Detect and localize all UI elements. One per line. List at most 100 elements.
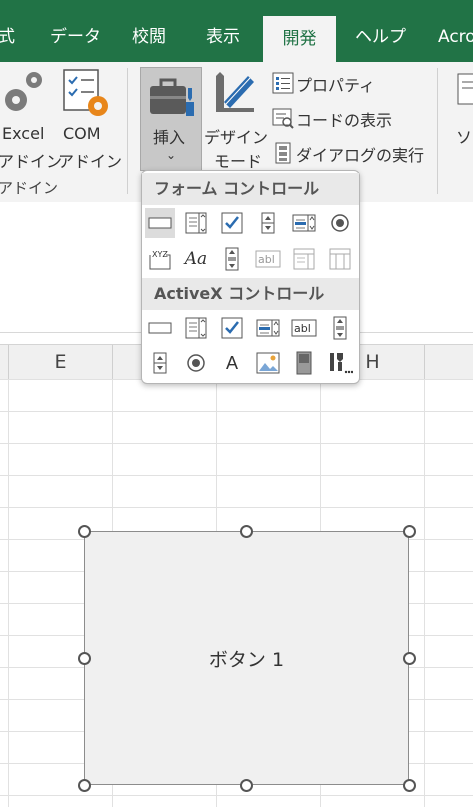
text-box-icon: abl <box>291 319 317 337</box>
form-scroll-bar[interactable] <box>217 244 247 274</box>
view-code-icon <box>272 108 294 129</box>
activex-scroll-bar[interactable] <box>325 313 355 343</box>
source-icon <box>457 73 473 105</box>
activex-controls-header: ActiveX コントロール <box>142 278 359 310</box>
checkbox-icon <box>221 317 243 339</box>
resize-handle-left[interactable] <box>78 652 91 665</box>
insert-label: 挿入 <box>153 128 186 147</box>
toggle-button-icon <box>296 351 312 375</box>
chevron-down-icon: ⌄ <box>166 148 177 162</box>
design-mode-label-1: デザイン <box>204 128 269 147</box>
insert-control-button[interactable]: 挿入 ⌄ <box>140 67 202 171</box>
source-label-partial: ソ <box>456 128 473 147</box>
addins-group-label: アドイン <box>0 179 59 197</box>
form-label[interactable]: Aa <box>181 244 211 274</box>
column-divider <box>112 345 113 379</box>
ribbon-tab-bar: 式 データ 校閲 表示 開発 ヘルプ Acro <box>0 0 473 62</box>
com-addins-label-2: アドイン <box>58 152 123 171</box>
group-box-icon: XYZ <box>149 250 171 270</box>
com-addins-icon <box>63 69 108 116</box>
gear-icon <box>5 72 42 111</box>
activex-list-box[interactable] <box>253 313 283 343</box>
tab-help[interactable]: ヘルプ <box>355 14 406 62</box>
abl-glyph: abl <box>258 253 275 266</box>
option-button-icon <box>331 214 349 232</box>
design-mode-label-2: モード <box>214 152 263 171</box>
activex-combo-box[interactable] <box>181 313 211 343</box>
resize-handle-bottom-right[interactable] <box>403 779 416 792</box>
form-combo-dropdown-edit[interactable] <box>325 244 355 274</box>
activex-option-button[interactable] <box>181 348 211 378</box>
resize-handle-bottom-left[interactable] <box>78 779 91 792</box>
dialog-icon <box>275 142 291 164</box>
com-addins-button[interactable]: COM アドイン <box>58 66 122 171</box>
form-combo-box[interactable] <box>181 208 211 238</box>
tab-acrobat-partial[interactable]: Acro <box>438 14 473 62</box>
xyz-glyph: XYZ <box>152 250 168 259</box>
activex-image[interactable] <box>253 348 283 378</box>
checkbox-icon <box>221 212 243 234</box>
combo-list-edit-icon <box>293 248 315 270</box>
option-button-icon <box>187 354 205 372</box>
scroll-bar-icon <box>333 316 347 340</box>
group-separator <box>127 68 128 194</box>
activex-more-controls[interactable] <box>325 348 355 378</box>
insert-controls-dropdown: フォーム コントロール XYZ Aa abl ActiveX コントロール ab… <box>141 170 360 384</box>
excel-addins-label-1: Excel <box>2 124 45 143</box>
activex-spin-button[interactable] <box>145 348 175 378</box>
label-control-icon: A <box>225 352 238 373</box>
form-group-box[interactable]: XYZ <box>145 244 175 274</box>
activex-label[interactable]: A <box>217 348 247 378</box>
resize-handle-bottom[interactable] <box>240 779 253 792</box>
combo-box-icon <box>185 317 207 339</box>
resize-handle-top-right[interactable] <box>403 525 416 538</box>
tab-review[interactable]: 校閲 <box>132 14 166 62</box>
resize-handle-top[interactable] <box>240 525 253 538</box>
toolbox-icon <box>150 78 194 116</box>
excel-addins-label-2: アドイン <box>0 152 63 171</box>
source-button-partial[interactable]: ソ <box>452 72 473 172</box>
list-box-icon <box>256 319 280 337</box>
form-button-label: ボタン 1 <box>208 648 285 671</box>
view-code-button[interactable]: コードの表示 <box>270 105 440 131</box>
spin-button-icon <box>261 212 275 234</box>
excel-addins-button[interactable]: Excel アドイン <box>0 66 62 171</box>
tab-developer[interactable]: 開発 <box>263 16 336 62</box>
run-dialog-label: ダイアログの実行 <box>296 146 425 165</box>
tab-formulas-partial[interactable]: 式 <box>0 14 15 62</box>
view-code-label: コードの表示 <box>296 111 393 130</box>
spin-button-icon <box>153 352 167 374</box>
form-combo-list-edit[interactable] <box>289 244 319 274</box>
form-option-button[interactable] <box>325 208 355 238</box>
text-field-icon: abl <box>255 250 281 268</box>
activex-text-box[interactable]: abl <box>289 313 319 343</box>
resize-handle-top-left[interactable] <box>78 525 91 538</box>
design-mode-button[interactable]: デザイン モード <box>204 66 269 171</box>
form-spin-button[interactable] <box>253 208 283 238</box>
scroll-bar-icon <box>225 247 239 271</box>
form-list-box[interactable] <box>289 208 319 238</box>
form-text-field[interactable]: abl <box>253 244 283 274</box>
form-controls-header: フォーム コントロール <box>142 173 359 205</box>
properties-button[interactable]: プロパティ <box>270 70 440 96</box>
run-dialog-button[interactable]: ダイアログの実行 <box>270 140 440 166</box>
tab-data[interactable]: データ <box>50 14 101 62</box>
activex-toggle-button[interactable] <box>289 348 319 378</box>
activex-checkbox[interactable] <box>217 313 247 343</box>
more-controls-icon <box>330 353 353 374</box>
design-mode-icon <box>216 72 254 112</box>
properties-label: プロパティ <box>296 76 376 95</box>
list-box-icon <box>292 214 316 232</box>
activex-command-button[interactable] <box>145 313 175 343</box>
column-header-e[interactable]: E <box>9 345 112 379</box>
image-icon <box>256 352 280 374</box>
button-control-icon <box>148 217 172 229</box>
form-button-control[interactable] <box>145 208 175 238</box>
combo-box-icon <box>185 212 207 234</box>
tab-view[interactable]: 表示 <box>206 14 240 62</box>
resize-handle-right[interactable] <box>403 652 416 665</box>
com-addins-label-1: COM <box>63 124 101 143</box>
form-checkbox[interactable] <box>217 208 247 238</box>
form-button-shape[interactable]: ボタン 1 <box>84 531 409 785</box>
column-divider <box>424 345 425 379</box>
